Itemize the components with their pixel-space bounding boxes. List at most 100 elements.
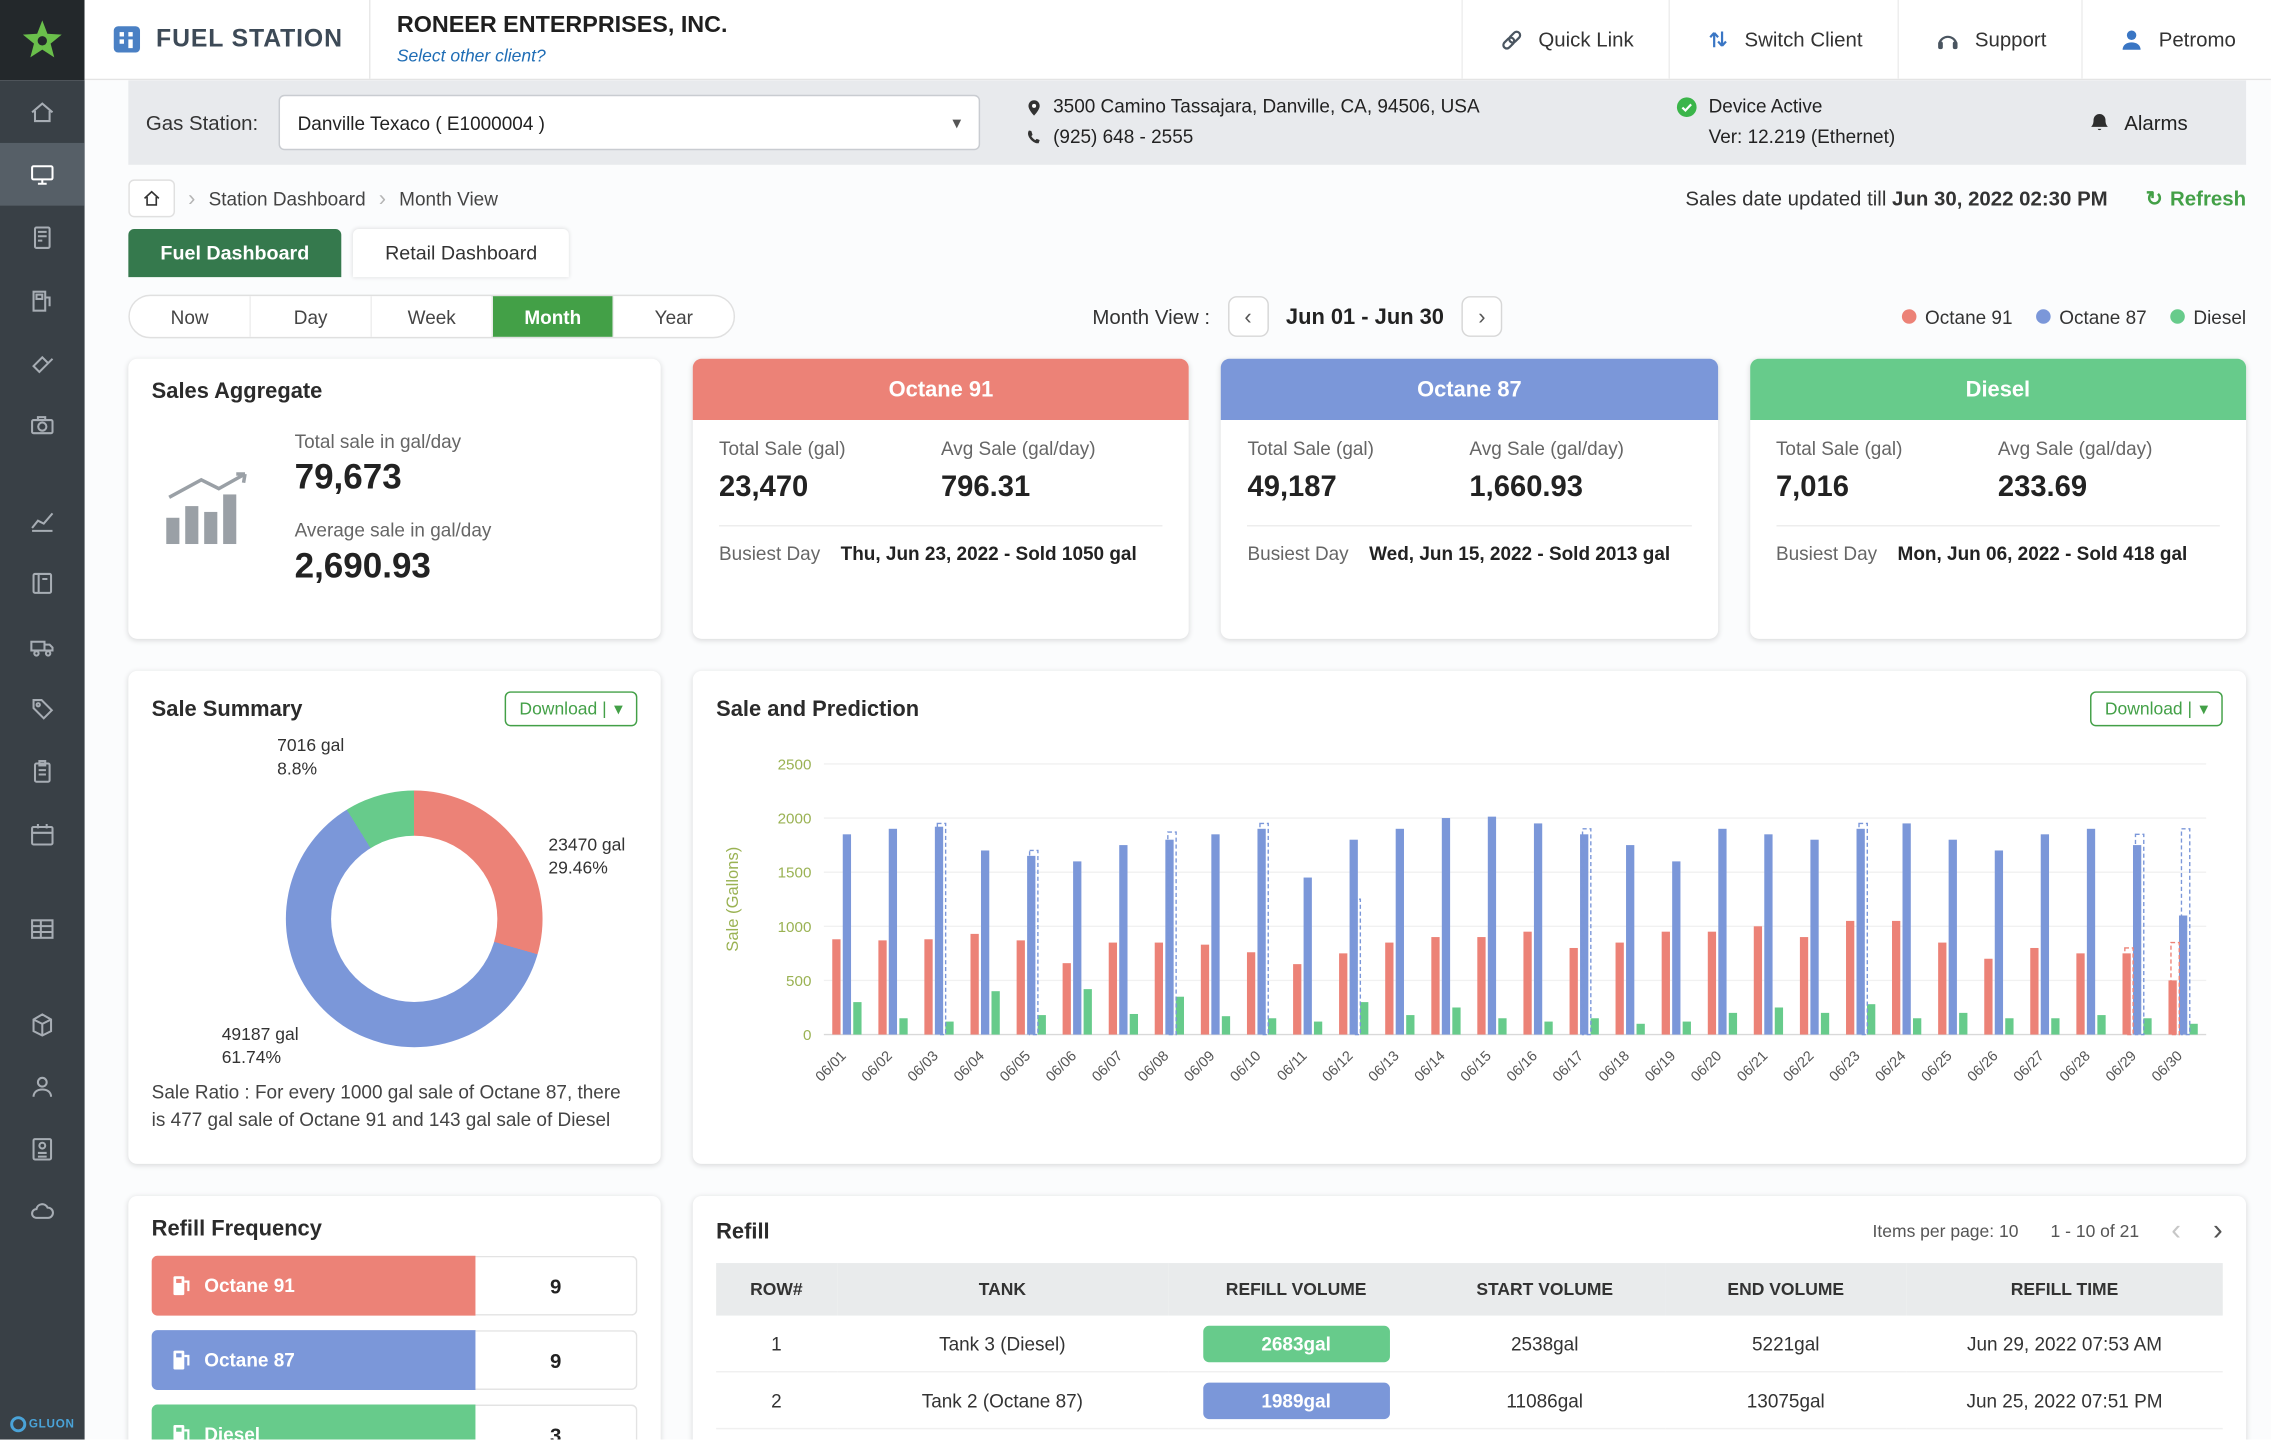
user-menu[interactable]: Petromo bbox=[2081, 0, 2270, 79]
next-month-button[interactable]: › bbox=[1461, 296, 1502, 337]
alarms-button[interactable]: Alarms bbox=[2088, 110, 2229, 135]
gas-station-label: Gas Station: bbox=[146, 111, 258, 134]
sale-summary-donut bbox=[286, 791, 543, 1048]
device-version: Ver: 12.219 (Ethernet) bbox=[1709, 123, 1896, 153]
svg-text:Sale (Gallons): Sale (Gallons) bbox=[723, 847, 742, 952]
freq-bar: Octane 91 bbox=[152, 1256, 476, 1316]
sidebar-item-deliveries[interactable] bbox=[0, 614, 85, 677]
switch-arrows-icon bbox=[1705, 26, 1731, 52]
svg-text:0: 0 bbox=[803, 1027, 811, 1044]
user-settings-icon bbox=[28, 1071, 57, 1100]
refill-row: Refill Frequency Octane 91 9 Octane 87 9 bbox=[128, 1196, 2246, 1440]
col-tank: TANK bbox=[837, 1263, 1168, 1316]
octane-91-card: Octane 91 Total Sale (gal)23,470 Avg Sal… bbox=[693, 359, 1189, 639]
range-week-button[interactable]: Week bbox=[370, 296, 491, 337]
breadcrumb-home-button[interactable] bbox=[128, 179, 175, 217]
chevron-right-icon: › bbox=[379, 186, 386, 211]
freq-row-octane-91: Octane 91 9 bbox=[152, 1256, 638, 1316]
download-button[interactable]: Download |▾ bbox=[505, 691, 638, 726]
sidebar-item-camera[interactable] bbox=[0, 394, 85, 457]
sidebar-gap bbox=[0, 960, 85, 992]
tab-retail-dashboard[interactable]: Retail Dashboard bbox=[353, 229, 569, 277]
range-month-button[interactable]: Month bbox=[492, 296, 613, 337]
refresh-icon: ↻ bbox=[2146, 186, 2163, 211]
quick-link-button[interactable]: Quick Link bbox=[1461, 0, 1669, 79]
svg-text:2000: 2000 bbox=[778, 811, 812, 828]
app-logo[interactable] bbox=[0, 0, 85, 80]
table-row[interactable]: 2Tank 2 (Octane 87) 1989gal 11086gal1307… bbox=[716, 1372, 2223, 1429]
busiest-day-value: Mon, Jun 06, 2022 - Sold 418 gal bbox=[1898, 543, 2188, 565]
breadcrumb-month-view[interactable]: Month View bbox=[399, 187, 498, 209]
bar-chart-icon bbox=[160, 468, 256, 550]
sidebar-item-pricing[interactable] bbox=[0, 677, 85, 740]
col-refill-volume: REFILL VOLUME bbox=[1168, 1263, 1424, 1316]
gluon-label: GLUON bbox=[29, 1417, 75, 1430]
svg-text:06/12: 06/12 bbox=[1320, 1048, 1357, 1085]
gluon-icon bbox=[10, 1416, 26, 1432]
gas-station-select[interactable]: Danville Texaco ( E1000004 ) ▾ bbox=[279, 95, 981, 150]
breadcrumb-station-dashboard[interactable]: Station Dashboard bbox=[209, 187, 366, 209]
sidebar-item-inventory[interactable] bbox=[0, 992, 85, 1055]
support-button[interactable]: Support bbox=[1898, 0, 2082, 79]
fuel-pump-icon bbox=[172, 1423, 191, 1439]
chevron-down-icon: ▾ bbox=[952, 112, 961, 132]
sidebar-item-nozzle[interactable] bbox=[0, 331, 85, 394]
prev-month-button[interactable]: ‹ bbox=[1228, 296, 1269, 337]
svg-text:06/07: 06/07 bbox=[1089, 1048, 1126, 1085]
sidebar-item-home[interactable] bbox=[0, 80, 85, 143]
calendar-icon bbox=[28, 819, 57, 848]
range-day-button[interactable]: Day bbox=[249, 296, 370, 337]
sidebar-item-cloud[interactable] bbox=[0, 1180, 85, 1243]
avg-sale-value: 233.69 bbox=[1998, 471, 2220, 505]
company-block: RONEER ENTERPRISES, INC. Select other cl… bbox=[371, 0, 754, 79]
legend-label: Diesel bbox=[2193, 306, 2246, 328]
legend-dot bbox=[2170, 309, 2185, 324]
refill-title: Refill bbox=[716, 1219, 770, 1244]
range-year-button[interactable]: Year bbox=[613, 296, 734, 337]
sidebar-item-reports[interactable] bbox=[0, 551, 85, 614]
sidebar-item-pumps[interactable] bbox=[0, 268, 85, 331]
sale-summary-title: Sale Summary bbox=[152, 696, 303, 721]
switch-client-button[interactable]: Switch Client bbox=[1669, 0, 1898, 79]
sidebar-item-compliance[interactable] bbox=[0, 1117, 85, 1180]
headset-icon bbox=[1934, 26, 1962, 54]
prev-page-button[interactable]: ‹ bbox=[2171, 1216, 2181, 1245]
refresh-button[interactable]: ↻Refresh bbox=[2146, 186, 2246, 211]
sidebar-item-pos[interactable] bbox=[0, 206, 85, 269]
total-sale-value: 7,016 bbox=[1776, 471, 1998, 505]
sidebar-item-calendar[interactable] bbox=[0, 802, 85, 865]
sidebar-item-analytics[interactable] bbox=[0, 489, 85, 552]
download-button[interactable]: Download |▾ bbox=[2090, 691, 2223, 726]
sidebar-item-users[interactable] bbox=[0, 1054, 85, 1117]
items-per-page: Items per page: 10 bbox=[1873, 1221, 2019, 1241]
device-block: Device Active Ver: 12.219 (Ethernet) bbox=[1677, 92, 1896, 153]
select-other-client-link[interactable]: Select other client? bbox=[397, 45, 728, 65]
busiest-day-label: Busiest Day bbox=[1776, 543, 1877, 565]
switch-client-label: Switch Client bbox=[1745, 28, 1863, 51]
donut-callout-diesel: 7016 gal8.8% bbox=[277, 735, 344, 780]
svg-text:06/18: 06/18 bbox=[1596, 1048, 1633, 1085]
sidebar-item-tasks[interactable] bbox=[0, 739, 85, 802]
busiest-day-label: Busiest Day bbox=[719, 543, 820, 565]
octane-87-card-header: Octane 87 bbox=[1221, 359, 1717, 420]
top-bar: FUEL STATION RONEER ENTERPRISES, INC. Se… bbox=[85, 0, 2271, 80]
svg-text:06/21: 06/21 bbox=[1734, 1048, 1771, 1085]
map-pin-icon bbox=[1024, 97, 1044, 117]
range-now-button[interactable]: Now bbox=[130, 296, 250, 337]
freq-row-diesel: Diesel 3 bbox=[152, 1405, 638, 1440]
next-page-button[interactable]: › bbox=[2213, 1216, 2223, 1245]
tab-fuel-dashboard[interactable]: Fuel Dashboard bbox=[128, 229, 341, 277]
freq-count: 3 bbox=[475, 1405, 637, 1440]
table-row[interactable]: 3Tank 1 (Octane 91) 2815gal 6379gal9194g… bbox=[716, 1429, 2223, 1440]
sidebar-item-dashboard[interactable] bbox=[0, 143, 85, 206]
svg-text:06/23: 06/23 bbox=[1827, 1048, 1864, 1085]
table-row[interactable]: 1Tank 3 (Diesel) 2683gal 2538gal5221galJ… bbox=[716, 1316, 2223, 1372]
total-sale-label: Total sale in gal/day bbox=[295, 430, 492, 452]
sale-ratio-text: Sale Ratio : For every 1000 gal sale of … bbox=[152, 1079, 638, 1134]
busiest-day-label: Busiest Day bbox=[1247, 543, 1348, 565]
date-range: Jun 01 - Jun 30 bbox=[1286, 304, 1444, 329]
brand: FUEL STATION bbox=[85, 0, 370, 79]
sidebar-item-records[interactable] bbox=[0, 897, 85, 960]
freq-label: Octane 91 bbox=[204, 1275, 295, 1297]
col-row: ROW# bbox=[716, 1263, 837, 1316]
